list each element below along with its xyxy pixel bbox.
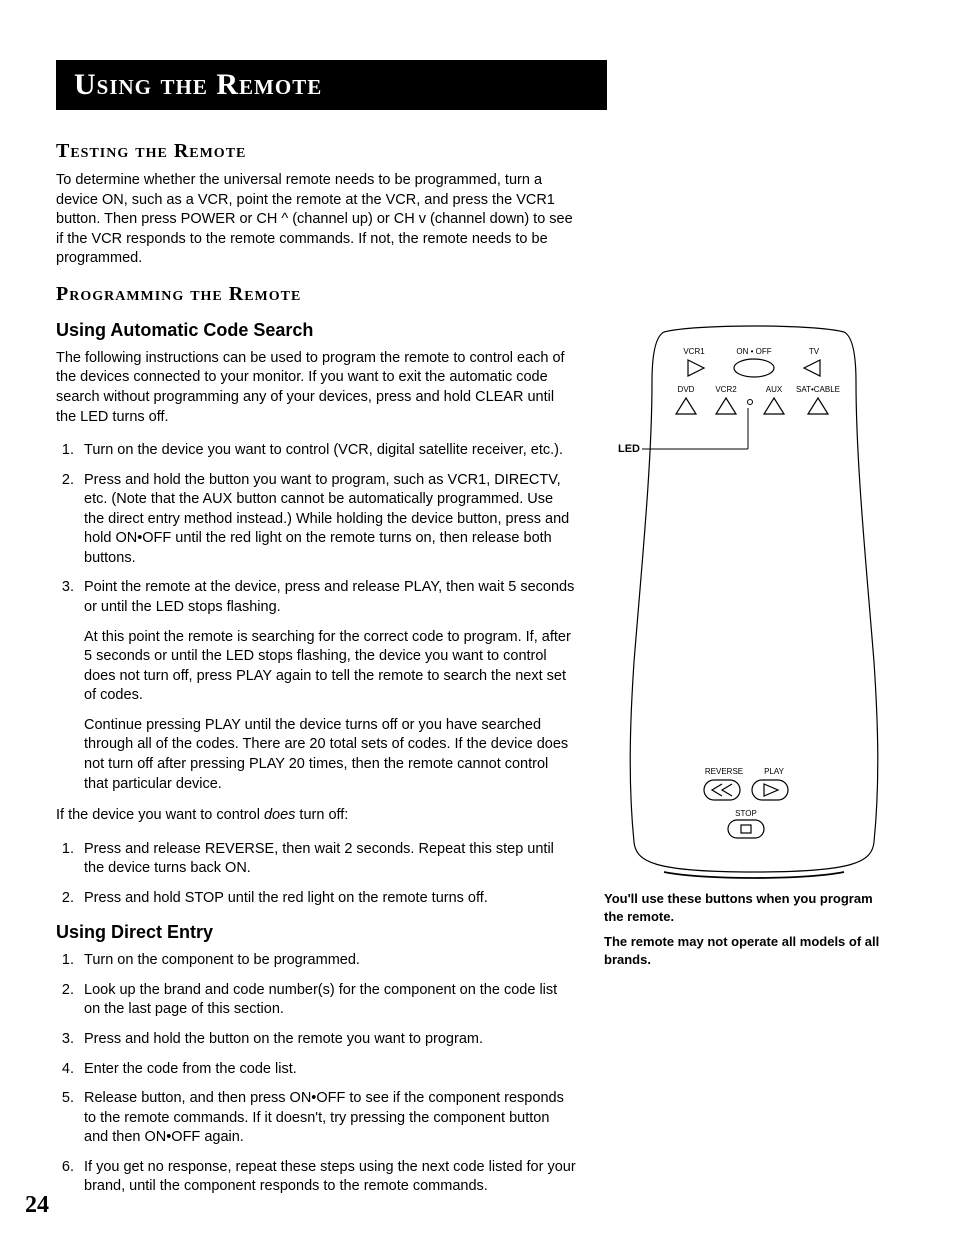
if-off-step-2: Press and hold STOP until the red light … <box>78 889 576 909</box>
dvd-button-icon <box>676 398 696 414</box>
svg-text:VCR1: VCR1 <box>683 347 705 356</box>
svg-text:VCR2: VCR2 <box>715 385 737 394</box>
auto-step-2: Press and hold the button you want to pr… <box>78 471 576 569</box>
auto-step-3-extra1: At this point the remote is searching fo… <box>84 628 576 706</box>
tv-button-icon <box>804 360 820 376</box>
play-button-icon <box>752 780 788 800</box>
stop-button-icon <box>728 820 764 838</box>
led-indicator-icon <box>748 400 753 405</box>
remote-diagram: VCR1 ON • OFF TV DVD VCR2 AUX SAT•CABLE <box>604 322 884 882</box>
page-title-bar: Using the Remote <box>56 60 607 110</box>
svg-text:REVERSE: REVERSE <box>705 767 743 776</box>
if-off-step-1: Press and release REVERSE, then wait 2 s… <box>78 840 576 879</box>
satcable-button-icon <box>808 398 828 414</box>
direct-step-1: Turn on the component to be programmed. <box>78 951 576 971</box>
if-off-intro: If the device you want to control does t… <box>56 806 576 826</box>
direct-entry-steps: Turn on the component to be programmed. … <box>56 951 576 1197</box>
vcr2-button-icon <box>716 398 736 414</box>
direct-step-6: If you get no response, repeat these ste… <box>78 1158 576 1197</box>
figure-column: VCR1 ON • OFF TV DVD VCR2 AUX SAT•CABLE <box>604 322 884 1209</box>
auto-step-3-main: Point the remote at the device, press an… <box>84 579 574 615</box>
auto-step-3: Point the remote at the device, press an… <box>78 578 576 794</box>
reverse-button-icon <box>704 780 740 800</box>
svg-text:TV: TV <box>809 347 820 356</box>
main-content-column: Testing the Remote To determine whether … <box>56 140 576 1209</box>
page-number: 24 <box>25 1192 49 1219</box>
svg-text:STOP: STOP <box>735 809 757 818</box>
svg-text:PLAY: PLAY <box>764 767 785 776</box>
direct-step-4: Enter the code from the code list. <box>78 1060 576 1080</box>
svg-text:DVD: DVD <box>678 385 695 394</box>
svg-text:AUX: AUX <box>766 385 783 394</box>
auto-step-3-extra2: Continue pressing PLAY until the device … <box>84 716 576 794</box>
svg-text:SAT•CABLE: SAT•CABLE <box>796 385 840 394</box>
heading-testing: Testing the Remote <box>56 140 576 163</box>
if-off-steps: Press and release REVERSE, then wait 2 s… <box>56 840 576 909</box>
page-title: Using the Remote <box>74 68 322 101</box>
direct-step-3: Press and hold the button on the remote … <box>78 1030 576 1050</box>
vcr1-button-icon <box>688 360 704 376</box>
heading-direct-entry: Using Direct Entry <box>56 922 576 943</box>
led-callout-label: LED <box>618 443 640 455</box>
intro-auto-search: The following instructions can be used t… <box>56 349 576 427</box>
aux-button-icon <box>764 398 784 414</box>
onoff-button-icon <box>734 359 774 377</box>
auto-search-steps: Turn on the device you want to control (… <box>56 441 576 794</box>
heading-auto-search: Using Automatic Code Search <box>56 320 576 341</box>
figure-caption-2: The remote may not operate all models of… <box>604 933 884 968</box>
auto-step-1: Turn on the device you want to control (… <box>78 441 576 461</box>
body-testing: To determine whether the universal remot… <box>56 171 576 269</box>
heading-programming: Programming the Remote <box>56 283 576 306</box>
direct-step-2: Look up the brand and code number(s) for… <box>78 981 576 1020</box>
figure-caption-1: You'll use these buttons when you progra… <box>604 890 884 925</box>
svg-text:ON • OFF: ON • OFF <box>736 347 771 356</box>
direct-step-5: Release button, and then press ON•OFF to… <box>78 1089 576 1148</box>
